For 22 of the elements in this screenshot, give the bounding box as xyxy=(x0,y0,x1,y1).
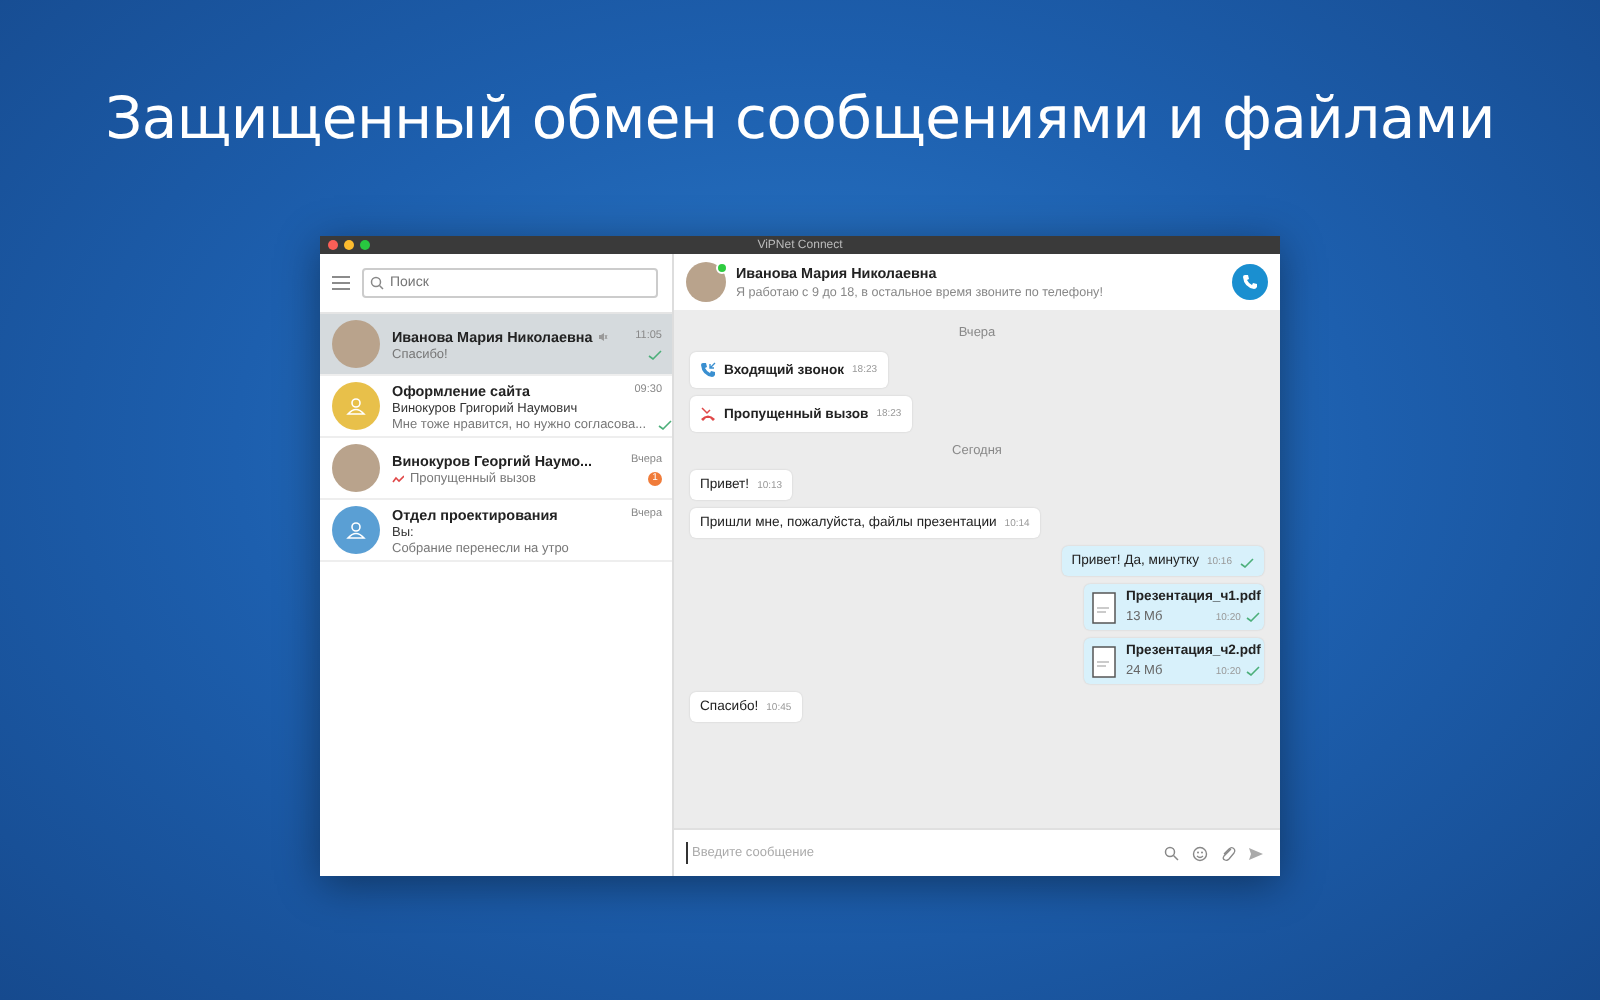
avatar-photo-placeholder xyxy=(686,262,726,302)
menu-icon[interactable] xyxy=(332,276,350,290)
avatar-photo-placeholder xyxy=(332,320,380,368)
incoming-call-icon xyxy=(700,362,716,378)
missed-call-icon xyxy=(392,473,404,483)
paperclip-icon[interactable] xyxy=(1220,845,1236,861)
missed-call-icon xyxy=(700,406,716,422)
document-icon xyxy=(1092,645,1116,677)
avatar-photo-placeholder xyxy=(332,444,380,492)
document-icon xyxy=(1092,591,1116,623)
search-icon xyxy=(370,276,384,290)
people-icon xyxy=(344,394,368,418)
phone-icon xyxy=(1242,274,1258,290)
people-icon xyxy=(344,518,368,542)
zoom-button[interactable] xyxy=(360,240,370,250)
search-icon[interactable] xyxy=(1164,845,1180,861)
call-button[interactable] xyxy=(1232,264,1268,300)
headline: Защищенный обмен сообщениями и файлами xyxy=(105,84,1495,156)
smiley-icon[interactable] xyxy=(1192,845,1208,861)
close-button[interactable] xyxy=(328,240,338,250)
send-icon[interactable] xyxy=(1248,845,1264,861)
minimize-button[interactable] xyxy=(344,240,354,250)
